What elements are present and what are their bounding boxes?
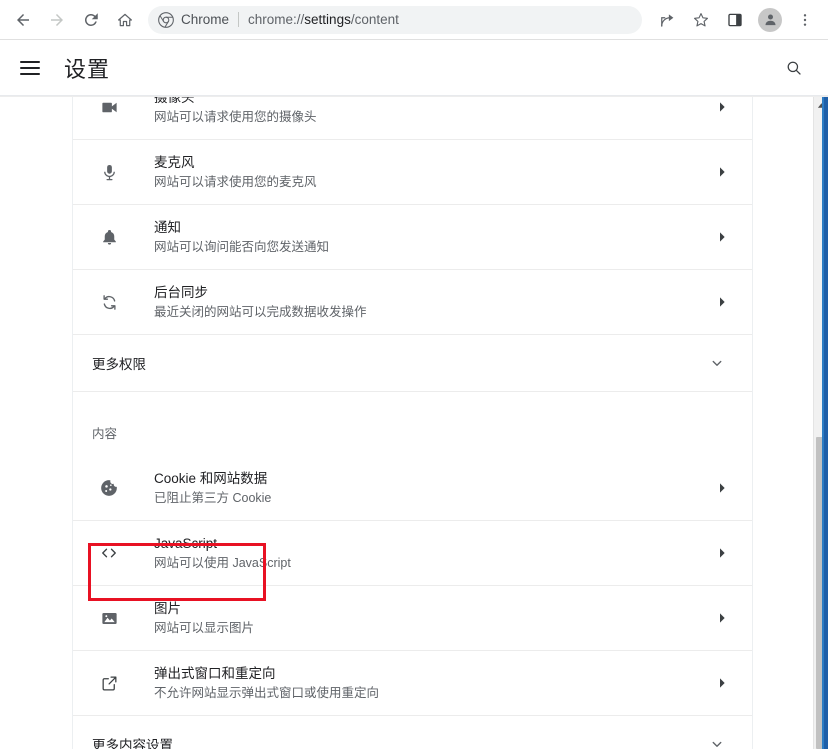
permissions-card: 摄像头 网站可以请求使用您的摄像头 麦克风 网站可以请求使用您的麦克风 通知 网… — [72, 96, 753, 749]
setting-row-popups[interactable]: 弹出式窗口和重定向 不允许网站显示弹出式窗口或使用重定向 — [73, 651, 752, 716]
setting-row-text: JavaScript 网站可以使用 JavaScript — [126, 534, 714, 573]
chevron-right-icon — [714, 99, 730, 115]
hamburger-line — [20, 60, 40, 63]
home-icon — [118, 13, 132, 26]
omnibox-url-prefix: chrome:// — [248, 12, 305, 27]
setting-row-javascript[interactable]: JavaScript 网站可以使用 JavaScript — [73, 521, 752, 586]
share-icon — [661, 13, 674, 27]
setting-subtitle: 最近关闭的网站可以完成数据收发操作 — [154, 304, 367, 319]
setting-row-text: 麦克风 网站可以请求使用您的麦克风 — [126, 153, 714, 192]
setting-title: 麦克风 — [154, 154, 195, 170]
setting-title: 图片 — [154, 600, 181, 616]
setting-subtitle: 已阻止第三方 Cookie — [154, 490, 272, 505]
chevron-right-icon — [714, 294, 730, 310]
settings-content: 摄像头 网站可以请求使用您的摄像头 麦克风 网站可以请求使用您的麦克风 通知 网… — [0, 96, 812, 749]
setting-title: 后台同步 — [154, 284, 208, 300]
bookmark-button[interactable] — [687, 6, 715, 34]
back-arrow-icon — [17, 13, 29, 26]
address-bar[interactable]: Chrome chrome://settings/content — [148, 5, 642, 34]
code-icon — [92, 543, 126, 563]
settings-header: 设置 — [0, 40, 828, 96]
omnibox-separator — [238, 12, 240, 27]
more-permissions-row[interactable]: 更多权限 — [73, 335, 752, 392]
bell-icon — [92, 228, 126, 247]
popup-icon — [92, 674, 126, 693]
setting-subtitle: 网站可以请求使用您的麦克风 — [154, 174, 317, 189]
three-dot-menu-icon — [803, 13, 807, 26]
chrome-logo-icon — [158, 11, 174, 28]
setting-subtitle: 网站可以询问能否向您发送通知 — [154, 239, 330, 254]
reload-button[interactable] — [77, 6, 105, 34]
setting-subtitle: 不允许网站显示弹出式窗口或使用重定向 — [154, 685, 380, 700]
omnibox-site-name: Chrome — [181, 12, 230, 27]
search-icon — [787, 61, 801, 75]
cookie-icon — [92, 478, 126, 498]
window-right-edge — [824, 97, 828, 749]
setting-title: 摄像头 — [154, 96, 195, 105]
home-button[interactable] — [111, 6, 139, 34]
setting-row-text: 图片 网站可以显示图片 — [126, 599, 714, 638]
settings-search-button[interactable] — [778, 52, 810, 84]
setting-subtitle: 网站可以请求使用您的摄像头 — [154, 109, 317, 124]
setting-row-notifications[interactable]: 通知 网站可以询问能否向您发送通知 — [73, 205, 752, 270]
back-button[interactable] — [9, 6, 37, 34]
page-title: 设置 — [64, 56, 111, 82]
more-permissions-label: 更多权限 — [92, 357, 146, 372]
settings-scroll-viewport[interactable]: 摄像头 网站可以请求使用您的摄像头 麦克风 网站可以请求使用您的麦克风 通知 网… — [0, 96, 828, 749]
more-content-settings-row[interactable]: 更多内容设置 — [73, 716, 752, 749]
chevron-right-icon — [714, 675, 730, 691]
setting-row-camera[interactable]: 摄像头 网站可以请求使用您的摄像头 — [73, 96, 752, 140]
setting-row-text: 摄像头 网站可以请求使用您的摄像头 — [126, 96, 714, 127]
omnibox-url-strong: settings — [304, 12, 351, 27]
settings-menu-button[interactable] — [20, 56, 44, 80]
browser-toolbar: Chrome chrome://settings/content — [0, 0, 828, 40]
profile-avatar-icon — [765, 14, 775, 26]
setting-row-microphone[interactable]: 麦克风 网站可以请求使用您的麦克风 — [73, 140, 752, 205]
hamburger-line — [20, 72, 40, 75]
chevron-down-icon — [708, 354, 726, 372]
setting-subtitle: 网站可以使用 JavaScript — [154, 555, 291, 570]
window-right-edge-inner — [822, 97, 824, 749]
more-content-settings-label: 更多内容设置 — [92, 738, 173, 749]
sync-icon — [92, 293, 126, 312]
profile-button[interactable] — [758, 7, 782, 32]
toolbar-actions — [650, 6, 822, 34]
setting-row-images[interactable]: 图片 网站可以显示图片 — [73, 586, 752, 651]
share-button[interactable] — [653, 6, 681, 34]
setting-row-text: 后台同步 最近关闭的网站可以完成数据收发操作 — [126, 283, 714, 322]
setting-row-text: 通知 网站可以询问能否向您发送通知 — [126, 218, 714, 257]
setting-title: JavaScript — [154, 535, 218, 551]
omnibox-url-suffix: /content — [350, 12, 399, 27]
chevron-down-icon — [708, 735, 726, 749]
chevron-right-icon — [714, 545, 730, 561]
side-panel-button[interactable] — [721, 6, 749, 34]
hamburger-line — [20, 66, 40, 69]
setting-row-cookies[interactable]: Cookie 和网站数据 已阻止第三方 Cookie — [73, 456, 752, 521]
forward-button[interactable] — [43, 6, 71, 34]
image-icon — [92, 609, 126, 628]
content-group-label: 内容 — [92, 427, 118, 441]
chevron-right-icon — [714, 480, 730, 496]
camera-icon — [92, 98, 126, 117]
side-panel-icon — [728, 13, 742, 26]
setting-row-text: Cookie 和网站数据 已阻止第三方 Cookie — [126, 469, 714, 508]
browser-menu-button[interactable] — [791, 6, 819, 34]
microphone-icon — [92, 163, 126, 182]
star-icon — [693, 12, 709, 26]
setting-title: 通知 — [154, 219, 181, 235]
setting-row-background-sync[interactable]: 后台同步 最近关闭的网站可以完成数据收发操作 — [73, 270, 752, 335]
chevron-right-icon — [714, 164, 730, 180]
forward-arrow-icon — [51, 13, 63, 26]
omnibox-url: chrome://settings/content — [248, 12, 399, 27]
chevron-right-icon — [714, 610, 730, 626]
reload-icon — [84, 12, 98, 26]
setting-title: 弹出式窗口和重定向 — [154, 665, 276, 681]
chevron-right-icon — [714, 229, 730, 245]
setting-row-text: 弹出式窗口和重定向 不允许网站显示弹出式窗口或使用重定向 — [126, 664, 714, 703]
setting-subtitle: 网站可以显示图片 — [154, 620, 255, 635]
setting-title: Cookie 和网站数据 — [154, 470, 268, 486]
